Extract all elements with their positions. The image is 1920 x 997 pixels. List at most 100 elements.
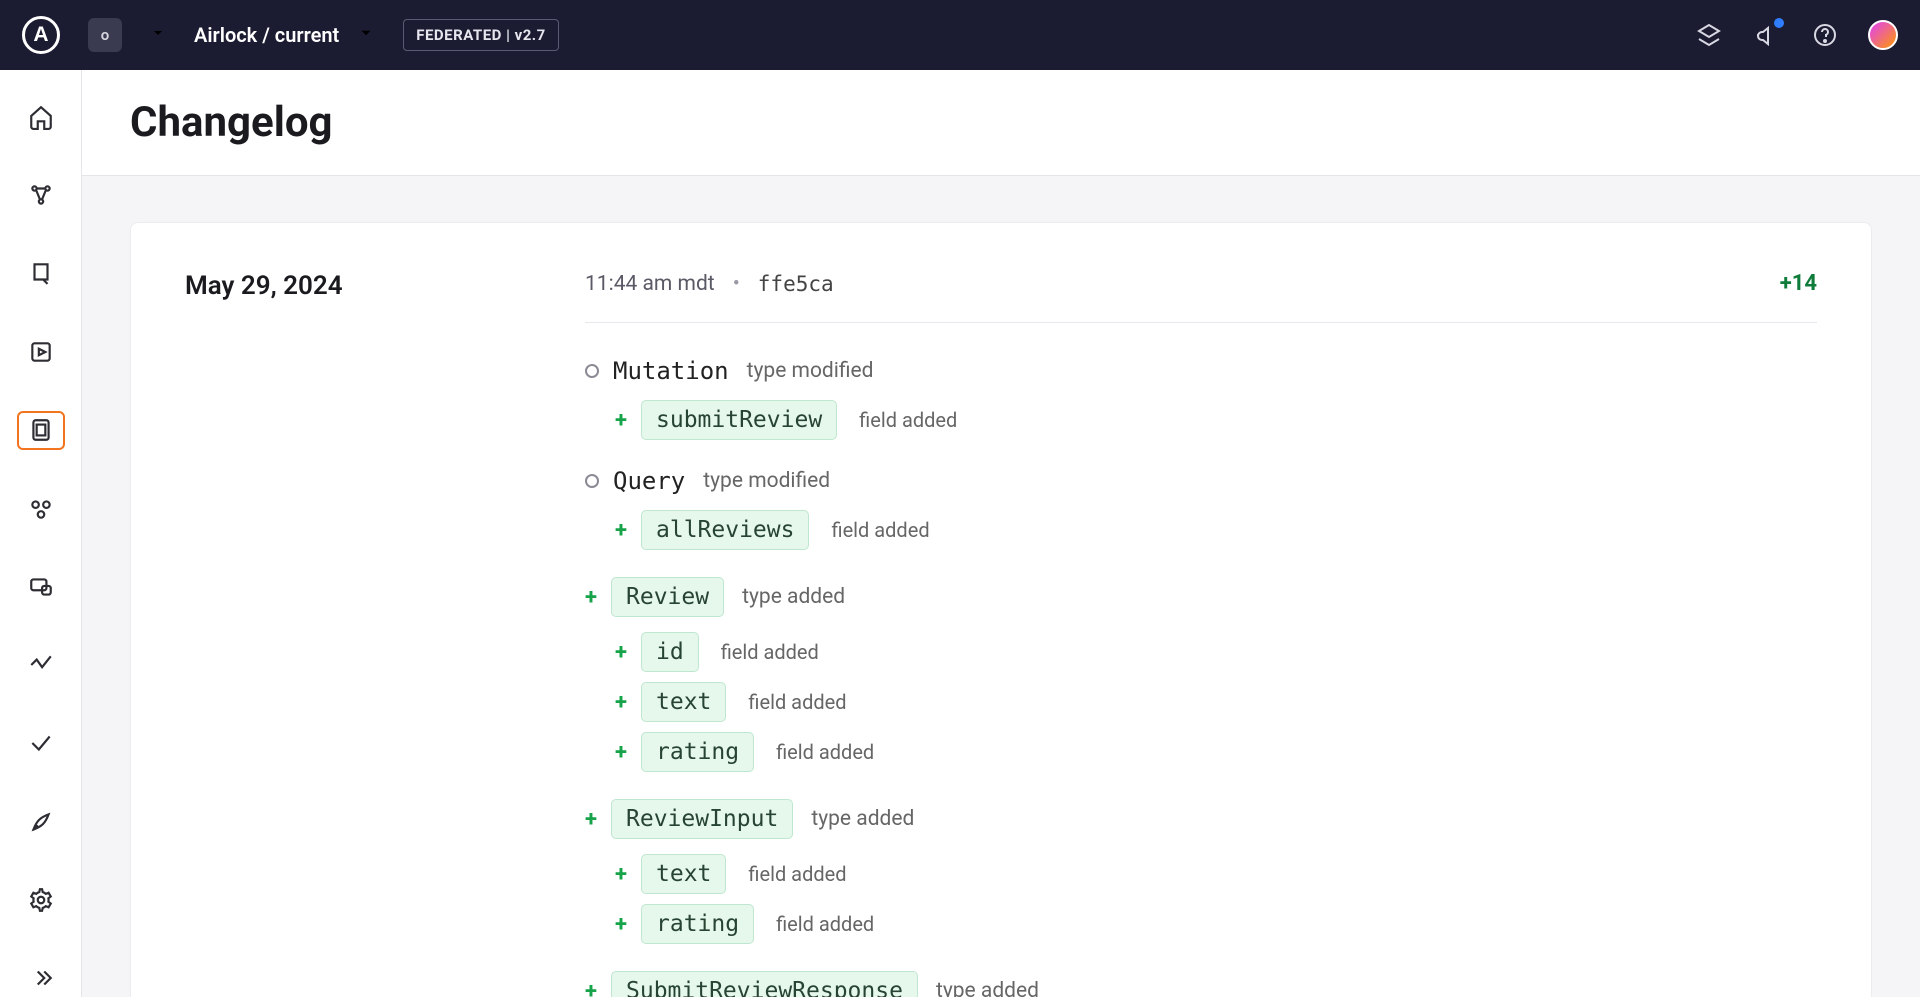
separator-dot: • [733,272,740,296]
nav-changelog[interactable] [17,411,65,450]
type-name[interactable]: Query [613,467,685,495]
nav-expand[interactable] [17,959,65,997]
change-group-head: Mutation type modified [585,357,1817,385]
plus-icon: + [615,912,627,937]
nav-subgraphs[interactable] [17,490,65,528]
change-child: + id field added [615,627,1817,677]
field-name[interactable]: rating [641,904,754,944]
nav-schema[interactable] [17,176,65,214]
change-child: + submitReview field added [615,395,1817,445]
plus-icon: + [615,518,627,543]
entry-time: 11:44 am mdt [585,272,715,296]
top-bar: A o Airlock / current FEDERATED | v2.7 [0,0,1920,70]
type-desc: type added [811,807,914,831]
change-group: + SubmitReviewResponse type added [585,971,1817,997]
change-group: Query type modified + allReviews field added [585,467,1817,555]
type-desc: type modified [703,469,830,493]
side-nav [0,70,82,997]
federated-badge: FEDERATED | v2.7 [403,19,559,51]
layers-icon[interactable] [1694,20,1724,50]
nav-settings[interactable] [17,881,65,919]
nav-insights[interactable] [17,646,65,684]
page-header: Changelog [82,70,1920,176]
change-group: Mutation type modified + submitReview field … [585,357,1817,445]
chevron-down-icon[interactable] [357,24,375,46]
modified-icon [585,474,599,488]
federated-badge-text: FEDERATED | v2.7 [416,26,546,44]
nav-clients[interactable] [17,568,65,606]
field-desc: field added [859,408,957,432]
plus-icon: + [615,408,627,433]
nav-launches[interactable] [17,803,65,841]
changelog-entry: May 29, 2024 11:44 am mdt • ffe5ca +14 M… [185,271,1817,997]
change-child: + rating field added [615,727,1817,777]
field-name[interactable]: rating [641,732,754,772]
breadcrumb[interactable]: Airlock / current [194,23,375,47]
change-group-head: + ReviewInput type added [585,799,1817,839]
field-name[interactable]: text [641,682,726,722]
entry-change-count: +14 [1780,271,1817,296]
org-letter: o [101,26,110,44]
count-prefix: + [1780,271,1792,296]
field-desc: field added [748,690,846,714]
nav-home[interactable] [17,98,65,136]
type-name[interactable]: ReviewInput [611,799,793,839]
change-child: + allReviews field added [615,505,1817,555]
plus-icon: + [585,979,597,997]
entry-date: May 29, 2024 [185,271,425,997]
plus-icon: + [615,862,627,887]
plus-icon: + [615,690,627,715]
nav-checks[interactable] [17,724,65,762]
entry-meta: 11:44 am mdt • ffe5ca +14 [585,271,1817,323]
chevron-down-icon[interactable] [150,25,166,45]
org-switcher[interactable]: o [88,18,122,52]
count-value: 14 [1792,271,1817,296]
change-child: + text field added [615,849,1817,899]
plus-icon: + [585,807,597,832]
change-group-head: Query type modified [585,467,1817,495]
type-name[interactable]: Mutation [613,357,729,385]
field-desc: field added [831,518,929,542]
type-desc: type added [742,585,845,609]
plus-icon: + [615,640,627,665]
change-child: + text field added [615,677,1817,727]
change-group: + ReviewInput type added + text field added + r… [585,799,1817,949]
nav-explorer[interactable] [17,333,65,371]
change-children: + text field added + rating field added [585,849,1817,949]
avatar[interactable] [1868,20,1898,50]
help-icon[interactable] [1810,20,1840,50]
type-name[interactable]: Review [611,577,724,617]
plus-icon: + [585,585,597,610]
change-children: + id field added + text field added + rating fie… [585,627,1817,777]
field-name[interactable]: allReviews [641,510,809,550]
modified-icon [585,364,599,378]
plus-icon: + [615,740,627,765]
announcement-icon[interactable] [1752,20,1782,50]
change-group-head: + Review type added [585,577,1817,617]
nav-proposals[interactable] [17,254,65,292]
main-panel: Changelog May 29, 2024 11:44 am mdt • ff… [82,70,1920,997]
type-name[interactable]: SubmitReviewResponse [611,971,918,997]
field-name[interactable]: text [641,854,726,894]
apollo-logo[interactable]: A [22,16,60,54]
type-desc: type added [936,979,1039,997]
breadcrumb-text: Airlock / current [194,23,339,47]
logo-letter: A [33,23,48,47]
field-name[interactable]: id [641,632,699,672]
field-desc: field added [748,862,846,886]
field-desc: field added [776,740,874,764]
change-group-head: + SubmitReviewResponse type added [585,971,1817,997]
type-desc: type modified [747,359,874,383]
change-children: + submitReview field added [585,395,1817,445]
change-group: + Review type added + id field added + text fiel… [585,577,1817,777]
field-desc: field added [776,912,874,936]
entry-commit[interactable]: ffe5ca [758,272,834,296]
changes-list: Mutation type modified + submitReview field … [585,357,1817,997]
page-title: Changelog [130,98,1872,147]
changelog-card: May 29, 2024 11:44 am mdt • ffe5ca +14 M… [130,222,1872,997]
field-desc: field added [721,640,819,664]
change-child: + rating field added [615,899,1817,949]
field-name[interactable]: submitReview [641,400,837,440]
change-children: + allReviews field added [585,505,1817,555]
notification-dot [1774,18,1784,28]
